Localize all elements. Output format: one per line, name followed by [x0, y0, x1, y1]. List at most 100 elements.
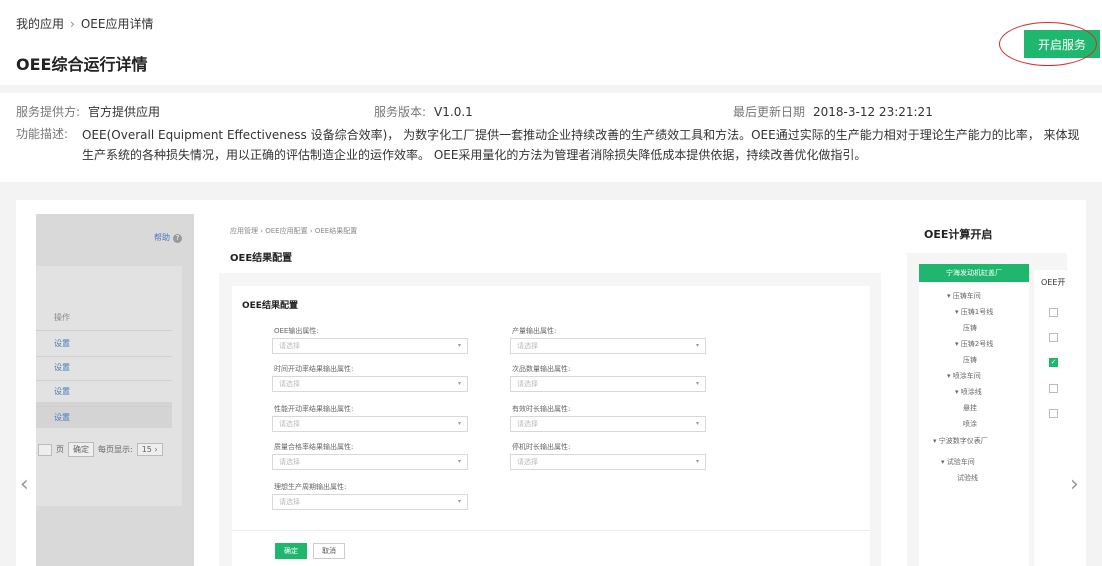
pager: 页 确定 每页显示: 15 ›: [38, 442, 163, 457]
description-text: OEE(Overall Equipment Effectiveness 设备综合…: [82, 128, 1080, 162]
provider-label: 服务提供方:: [16, 105, 81, 119]
oee-column-header: OEE开: [1041, 278, 1066, 287]
chevron-down-icon: ▾: [695, 458, 699, 465]
left-table: 操作 设置 设置 设置 设置 页 确定 每页显示: 15 ›: [36, 266, 182, 506]
updated-label: 最后更新日期: [733, 105, 806, 119]
checkbox: [1049, 409, 1058, 418]
select-placeholder: 请选择: [517, 458, 538, 466]
select-placeholder: 请选择: [279, 458, 300, 466]
select-placeholder: 请选择: [279, 342, 300, 350]
field-select: 请选择 ▾: [272, 416, 468, 432]
section-divider: [0, 85, 1102, 93]
help-link: 帮助?: [154, 232, 182, 243]
tree-item: 悬挂: [963, 404, 977, 412]
field-select: 请选择 ▾: [510, 454, 706, 470]
tree-item: 喷涂: [963, 420, 977, 428]
chevron-down-icon: ▾: [457, 420, 461, 427]
select-placeholder: 请选择: [517, 420, 538, 428]
row-divider: [36, 380, 172, 381]
start-service-button[interactable]: 开启服务: [1024, 30, 1100, 58]
cancel-button: 取消: [313, 543, 345, 559]
select-placeholder: 请选择: [517, 380, 538, 388]
description-label: 功能描述:: [16, 127, 69, 141]
tree-item: ▾ 压铸车间: [947, 292, 981, 300]
right-title: OEE计算开启: [924, 228, 993, 241]
checkbox-checked: ✓: [1049, 358, 1058, 367]
column-header-action: 操作: [54, 313, 70, 322]
tree-root: 宁海发动机缸盖厂: [919, 264, 1029, 282]
select-placeholder: 请选择: [279, 380, 300, 388]
version-value: V1.0.1: [434, 105, 473, 119]
field-select: 请选择 ▾: [272, 494, 468, 510]
select-placeholder: 请选择: [279, 498, 300, 506]
carousel-next-icon[interactable]: ›: [1070, 472, 1079, 497]
field-select: 请选择 ▾: [272, 376, 468, 392]
table-row: 设置: [54, 413, 70, 422]
field-select: 请选择 ▾: [272, 338, 468, 354]
chevron-down-icon: ▾: [695, 380, 699, 387]
table-row: 设置: [54, 339, 70, 348]
updated-value: 2018-3-12 23:21:21: [813, 105, 933, 119]
row-divider: [36, 330, 172, 331]
mid-title: OEE结果配置: [230, 253, 293, 264]
field-label: 次品数量输出属性:: [512, 365, 571, 373]
screenshot-left: 帮助? 操作 设置 设置 设置 设置 页 确定 每页显示: 15 ›: [36, 214, 194, 566]
field-select: 请选择 ▾: [510, 338, 706, 354]
field-label: 时间开动率结果输出属性:: [274, 365, 354, 373]
field-label: 停机时长输出属性:: [512, 443, 571, 451]
tree-item: 试验线: [957, 474, 978, 482]
tree-item: 压铸: [963, 324, 977, 332]
tree-item: 压铸: [963, 356, 977, 364]
field-label: 性能开动率结果输出属性:: [274, 405, 354, 413]
help-icon: ?: [173, 234, 182, 243]
breadcrumb: 我的应用 › OEE应用详情: [16, 15, 153, 32]
chevron-down-icon: ▾: [457, 458, 461, 465]
chevron-down-icon: ▾: [695, 342, 699, 349]
tree-item: ▾ 喷涂车间: [947, 372, 981, 380]
select-placeholder: 请选择: [279, 420, 300, 428]
field-label: 有效时长输出属性:: [512, 405, 571, 413]
confirm-button: 确定: [275, 543, 307, 559]
help-label: 帮助: [154, 233, 170, 242]
provider-info: 服务提供方: 官方提供应用: [16, 103, 160, 120]
row-divider: [36, 406, 172, 407]
field-select: 请选择 ▾: [272, 454, 468, 470]
breadcrumb-my-apps[interactable]: 我的应用: [16, 17, 64, 31]
version-label: 服务版本:: [374, 105, 427, 119]
provider-value: 官方提供应用: [88, 105, 161, 119]
checkbox: [1049, 308, 1058, 317]
table-row: 设置: [54, 387, 70, 396]
pager-page-label: 页: [56, 445, 64, 454]
field-label: 质量合格率结果输出属性:: [274, 443, 354, 451]
breadcrumb-current: OEE应用详情: [80, 17, 154, 31]
field-label: OEE输出属性:: [274, 327, 319, 335]
page-title: OEE综合运行详情: [16, 55, 148, 74]
checkbox: [1049, 384, 1058, 393]
chevron-down-icon: ▾: [457, 498, 461, 505]
chevron-down-icon: ▾: [695, 420, 699, 427]
tree-item: ▾ 宁波数字仪表厂: [933, 437, 988, 445]
field-label: 产量输出属性:: [512, 327, 557, 335]
table-row: 设置: [54, 363, 70, 372]
pager-show-label: 每页显示:: [98, 445, 133, 454]
tree-item: ▾ 压铸1号线: [955, 308, 994, 316]
tree-item: ▾ 压铸2号线: [955, 340, 994, 348]
breadcrumb-separator: ›: [70, 17, 75, 31]
field-select: 请选择 ▾: [510, 376, 706, 392]
updated-info: 最后更新日期 2018-3-12 23:21:21: [733, 103, 933, 120]
select-placeholder: 请选择: [517, 342, 538, 350]
mid-breadcrumb: 应用管理 › OEE应用配置 › OEE结果配置: [230, 227, 358, 235]
pager-confirm: 确定: [68, 442, 94, 457]
tree-item: ▾ 喷涂线: [955, 388, 982, 396]
page-input: [38, 443, 52, 456]
field-label: 理想生产周期输出属性:: [274, 483, 347, 491]
row-divider: [36, 356, 172, 357]
checkbox: [1049, 333, 1058, 342]
chevron-down-icon: ▾: [457, 342, 461, 349]
version-info: 服务版本: V1.0.1: [374, 103, 473, 120]
chevron-down-icon: ▾: [457, 380, 461, 387]
carousel-prev-icon[interactable]: ‹: [20, 472, 29, 497]
field-select: 请选择 ▾: [510, 416, 706, 432]
card-title: OEE结果配置: [242, 301, 298, 311]
pager-size: 15 ›: [136, 443, 163, 456]
